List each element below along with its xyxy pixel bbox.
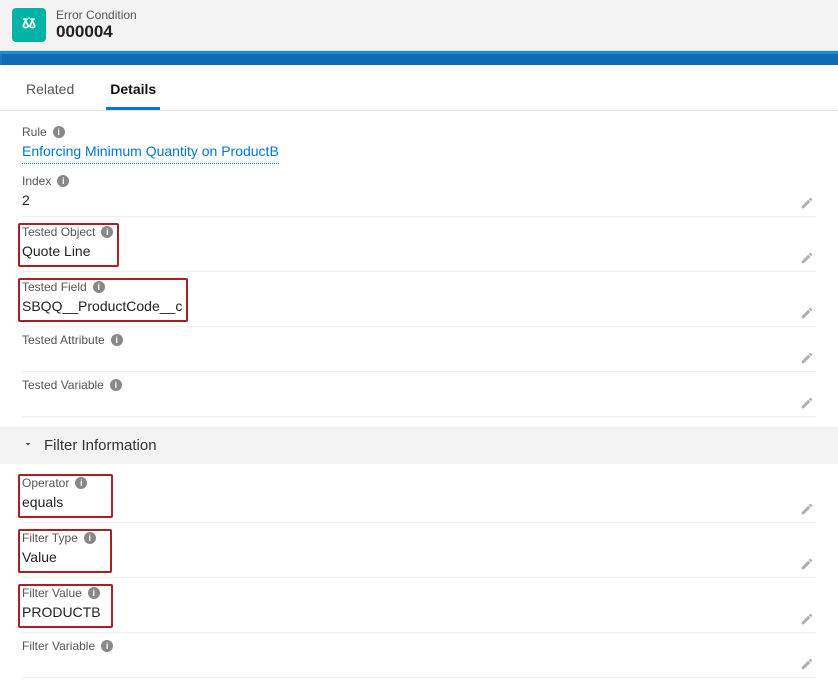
field-tested-field: Tested Field i SBQQ__ProductCode__c [22, 278, 816, 327]
pencil-icon[interactable] [800, 657, 814, 671]
info-icon[interactable]: i [53, 126, 65, 138]
section-title: Filter Information [44, 437, 157, 454]
rule-value-link[interactable]: Enforcing Minimum Quantity on ProductB [22, 141, 279, 164]
field-tested-object: Tested Object i Quote Line [22, 223, 816, 272]
field-index: Index i 2 [22, 174, 816, 217]
filter-variable-label: Filter Variable [22, 639, 95, 653]
filter-type-label: Filter Type [22, 531, 78, 545]
field-filter-variable: Filter Variable i [22, 639, 816, 678]
pencil-icon[interactable] [800, 396, 814, 410]
rule-label: Rule [22, 125, 47, 139]
info-icon[interactable]: i [111, 334, 123, 346]
operator-label: Operator [22, 476, 69, 490]
field-filter-type: Filter Type i Value [22, 529, 816, 578]
tested-object-label: Tested Object [22, 225, 95, 239]
field-tested-attribute: Tested Attribute i [22, 333, 816, 372]
tested-field-label: Tested Field [22, 280, 87, 294]
info-icon[interactable]: i [93, 281, 105, 293]
pencil-icon[interactable] [800, 251, 814, 265]
pencil-icon[interactable] [800, 557, 814, 571]
scale-icon [12, 8, 46, 42]
tested-attribute-value [22, 349, 816, 367]
record-number: 000004 [56, 22, 137, 42]
field-operator: Operator i equals [22, 474, 816, 523]
index-label: Index [22, 174, 51, 188]
filter-type-value: Value [22, 547, 96, 569]
chevron-down-icon [22, 437, 34, 454]
index-value: 2 [22, 190, 816, 212]
filter-value-value: PRODUCTB [22, 602, 101, 624]
pencil-icon[interactable] [800, 306, 814, 320]
filter-variable-value [22, 655, 816, 673]
header-strip [0, 51, 838, 65]
tab-bar: Related Details [0, 65, 838, 111]
section-filter-information[interactable]: Filter Information [0, 427, 838, 464]
tested-attribute-label: Tested Attribute [22, 333, 105, 347]
info-icon[interactable]: i [88, 587, 100, 599]
tab-details[interactable]: Details [106, 81, 160, 110]
tab-related[interactable]: Related [22, 81, 78, 110]
page-header: Error Condition 000004 [0, 0, 838, 51]
pencil-icon[interactable] [800, 612, 814, 626]
pencil-icon[interactable] [800, 351, 814, 365]
filter-value-label: Filter Value [22, 586, 82, 600]
field-rule: Rule i Enforcing Minimum Quantity on Pro… [22, 125, 816, 168]
info-icon[interactable]: i [84, 532, 96, 544]
tested-variable-label: Tested Variable [22, 378, 104, 392]
object-label: Error Condition [56, 8, 137, 22]
field-filter-value: Filter Value i PRODUCTB [22, 584, 816, 633]
info-icon[interactable]: i [101, 226, 113, 238]
info-icon[interactable]: i [75, 477, 87, 489]
info-icon[interactable]: i [57, 175, 69, 187]
tested-variable-value [22, 394, 816, 412]
field-tested-variable: Tested Variable i [22, 378, 816, 417]
details-panel: Rule i Enforcing Minimum Quantity on Pro… [0, 111, 838, 694]
pencil-icon[interactable] [800, 196, 814, 210]
info-icon[interactable]: i [101, 640, 113, 652]
operator-value: equals [22, 492, 87, 514]
tested-field-value: SBQQ__ProductCode__c [22, 296, 182, 318]
info-icon[interactable]: i [110, 379, 122, 391]
pencil-icon[interactable] [800, 502, 814, 516]
tested-object-value: Quote Line [22, 241, 113, 263]
